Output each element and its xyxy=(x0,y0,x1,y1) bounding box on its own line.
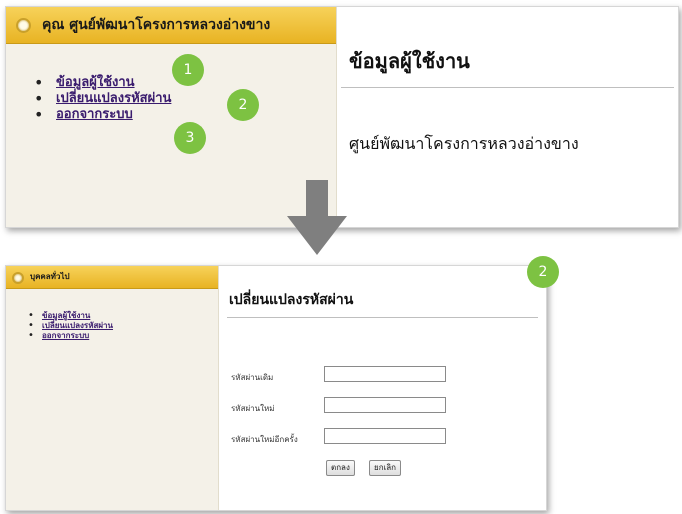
bottom-sidebar-header: บุคคลทั่วไป xyxy=(6,266,218,289)
top-menu-item-user-info: ข้อมูลผู้ใช้งาน xyxy=(34,75,171,91)
top-sidebar-header: คุณ ศูนย์พัฒนาโครงการหลวงอ่างขาง xyxy=(6,7,336,44)
new-password-field[interactable] xyxy=(324,397,446,413)
top-divider xyxy=(341,87,674,88)
new-password-label: รหัสผ่านใหม่ xyxy=(231,404,275,413)
confirm-password-label: รหัสผ่านใหม่อีกครั้ง xyxy=(231,435,298,444)
cancel-button[interactable]: ยกเลิก xyxy=(369,460,402,476)
bottom-screen: บุคคลทั่วไป ข้อมูลผู้ใช้งาน เปลี่ยนแปลงร… xyxy=(5,265,547,511)
user-info-link[interactable]: ข้อมูลผู้ใช้งาน xyxy=(56,75,135,90)
step-badge-1: 1 xyxy=(172,54,204,86)
old-password-label: รหัสผ่านเดิม xyxy=(231,373,274,382)
ok-button[interactable]: ตกลง xyxy=(326,460,355,476)
top-menu-item-logout: ออกจากระบบ xyxy=(34,107,171,123)
arrow-down-icon xyxy=(287,180,347,255)
change-password-link[interactable]: เปลี่ยนแปลงรหัสผ่าน xyxy=(42,321,113,330)
change-password-link[interactable]: เปลี่ยนแปลงรหัสผ่าน xyxy=(56,91,171,106)
top-organization-name: ศูนย์พัฒนาโครงการหลวงอ่างขาง xyxy=(349,134,579,153)
bottom-sidebar-header-text: บุคคลทั่วไป xyxy=(30,272,70,281)
bottom-sidebar: บุคคลทั่วไป ข้อมูลผู้ใช้งาน เปลี่ยนแปลงร… xyxy=(6,266,219,510)
logout-link[interactable]: ออกจากระบบ xyxy=(42,331,89,340)
old-password-field[interactable] xyxy=(324,366,446,382)
bottom-content: เปลี่ยนแปลงรหัสผ่าน รหัสผ่านเดิม รหัสผ่า… xyxy=(219,266,546,510)
top-page-title: ข้อมูลผู้ใช้งาน xyxy=(349,49,470,73)
bottom-sidebar-menu: ข้อมูลผู้ใช้งาน เปลี่ยนแปลงรหัสผ่าน ออกจ… xyxy=(28,311,113,341)
user-info-link[interactable]: ข้อมูลผู้ใช้งาน xyxy=(42,311,90,320)
radio-circle-icon xyxy=(16,18,31,33)
bottom-menu-item-user-info: ข้อมูลผู้ใช้งาน xyxy=(28,311,113,321)
top-menu-item-change-password: เปลี่ยนแปลงรหัสผ่าน xyxy=(34,91,171,107)
bottom-divider xyxy=(227,317,538,318)
bottom-page-title: เปลี่ยนแปลงรหัสผ่าน xyxy=(229,292,354,308)
radio-circle-icon xyxy=(12,272,24,284)
step-badge-2-bottom: 2 xyxy=(527,256,559,288)
step-badge-2: 2 xyxy=(227,89,259,121)
logout-link[interactable]: ออกจากระบบ xyxy=(56,107,133,122)
bottom-menu-item-logout: ออกจากระบบ xyxy=(28,331,113,341)
step-badge-3: 3 xyxy=(174,122,206,154)
confirm-password-field[interactable] xyxy=(324,428,446,444)
bottom-menu-item-change-password: เปลี่ยนแปลงรหัสผ่าน xyxy=(28,321,113,331)
top-sidebar-menu: ข้อมูลผู้ใช้งาน เปลี่ยนแปลงรหัสผ่าน ออกจ… xyxy=(34,75,171,123)
top-content: ข้อมูลผู้ใช้งาน ศูนย์พัฒนาโครงการหลวงอ่า… xyxy=(337,7,678,227)
top-sidebar-header-text: คุณ ศูนย์พัฒนาโครงการหลวงอ่างขาง xyxy=(42,17,271,33)
